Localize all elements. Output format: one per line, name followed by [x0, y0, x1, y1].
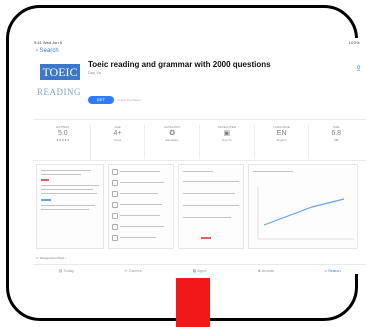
divider — [33, 160, 366, 161]
app-icon-toeic: TOEIC — [40, 64, 80, 80]
list-icon — [112, 191, 118, 197]
list-icon — [112, 169, 118, 175]
stat-value: 4+ — [113, 130, 122, 137]
text-line — [183, 205, 239, 206]
back-button[interactable]: ‹ Search — [36, 48, 59, 54]
share-icon[interactable]: ⇪ — [355, 64, 362, 73]
red-marker — [176, 278, 210, 327]
developer-link[interactable]: Duy Vu — [88, 70, 101, 75]
text-line — [41, 209, 89, 210]
text-line — [41, 205, 95, 206]
search-icon: ⌕ — [324, 268, 327, 273]
stat-sub: Education — [165, 138, 179, 142]
text-line — [120, 226, 164, 227]
text-line — [120, 182, 164, 183]
stat-value: 6.8 — [331, 130, 342, 137]
divider — [33, 119, 366, 120]
text-line — [41, 185, 99, 186]
screenshot-1[interactable] — [36, 164, 104, 249]
ipad-icon: ▭ — [36, 256, 39, 260]
compatibility-note[interactable]: ▭ Designed for iPad ⌄ — [36, 256, 67, 260]
back-label: Search — [39, 48, 59, 54]
text-line — [41, 189, 93, 190]
status-time: 9:41 Wed Jun 5 — [34, 40, 62, 45]
today-icon: ▤ — [58, 268, 63, 273]
list-icon — [112, 180, 118, 186]
text-line — [120, 193, 158, 194]
chevron-down-icon: ⌄ — [64, 256, 67, 260]
games-icon: ✈ — [124, 268, 128, 273]
answer-mark — [41, 199, 51, 201]
tab-label: Games — [128, 268, 142, 273]
screenshot-carousel[interactable] — [36, 164, 358, 249]
app-title: Toeic reading and grammar with 2000 ques… — [88, 60, 271, 69]
status-battery: 100% — [348, 40, 360, 45]
screenshot-3[interactable] — [178, 164, 244, 249]
tab-today[interactable]: ▤ Today — [33, 265, 100, 274]
stat-age[interactable]: AGE 4+ Years — [91, 125, 146, 159]
stat-category[interactable]: CATEGORY ✪ Education — [145, 125, 201, 159]
in-app-purchases-note: In-App Purchases — [117, 98, 141, 102]
tab-search[interactable]: ⌕ Search — [299, 265, 366, 274]
tab-label: Arcade — [261, 268, 275, 273]
stat-value: EN — [276, 130, 287, 137]
stat-developer[interactable]: DEVELOPER ▣ Duy Vu — [200, 125, 255, 159]
list-icon — [112, 213, 118, 219]
text-line — [41, 174, 81, 175]
screenshot-2[interactable] — [108, 164, 174, 249]
stat-sub: ★★★★★ — [56, 138, 70, 142]
text-line — [183, 193, 235, 194]
text-line — [253, 171, 293, 172]
app-icon: TOEIC READING — [36, 59, 82, 117]
tab-arcade[interactable]: ♣ Arcade — [233, 265, 300, 274]
text-line — [120, 237, 156, 238]
app-store-page: 9:41 Wed Jun 5 100% ‹ Search TOEIC READI… — [33, 38, 366, 274]
stat-sub: Duy Vu — [221, 138, 232, 142]
stat-value: 5.0 — [57, 130, 68, 137]
text-line — [120, 171, 160, 172]
score-mark — [201, 237, 211, 239]
list-icon — [112, 235, 118, 241]
developer-icon: ▣ — [223, 130, 231, 137]
compatibility-label: Designed for iPad — [39, 256, 64, 260]
tab-label: Search — [328, 268, 341, 273]
list-icon — [112, 224, 118, 230]
stat-language[interactable]: LANGUAGE EN English — [255, 125, 310, 159]
list-icon — [112, 202, 118, 208]
text-line — [120, 215, 160, 216]
tab-label: Today — [63, 268, 75, 273]
tab-apps[interactable]: ▦ Apps — [166, 265, 233, 274]
info-strip: RATINGS 5.0 ★★★★★ AGE 4+ Years CATEGORY … — [36, 125, 363, 159]
stat-ratings[interactable]: RATINGS 5.0 ★★★★★ — [36, 125, 91, 159]
stat-sub: English — [276, 138, 287, 142]
text-line — [183, 181, 239, 182]
status-bar: 9:41 Wed Jun 5 100% — [34, 40, 360, 48]
apps-icon: ▦ — [192, 268, 197, 273]
tab-label: Apps — [197, 268, 207, 273]
chevron-left-icon: ‹ — [36, 48, 38, 54]
stat-size[interactable]: SIZE 6.8 MB — [309, 125, 363, 159]
category-icon: ✪ — [169, 130, 176, 137]
highlight-mark — [41, 179, 49, 181]
text-line — [41, 193, 97, 194]
app-icon-reading: READING — [37, 87, 81, 97]
screenshot-4[interactable] — [248, 164, 358, 249]
stat-sub: Years — [113, 138, 122, 142]
tab-games[interactable]: ✈ Games — [100, 265, 167, 274]
text-line — [183, 171, 213, 172]
tab-bar: ▤ Today ✈ Games ▦ Apps ♣ Arcade ⌕ Search — [33, 264, 366, 274]
text-line — [41, 170, 91, 171]
text-line — [120, 204, 162, 205]
get-button[interactable]: GET — [88, 96, 114, 104]
text-line — [183, 217, 231, 218]
stat-sub: MB — [333, 138, 339, 142]
progress-chart-thumbnail — [257, 187, 354, 240]
